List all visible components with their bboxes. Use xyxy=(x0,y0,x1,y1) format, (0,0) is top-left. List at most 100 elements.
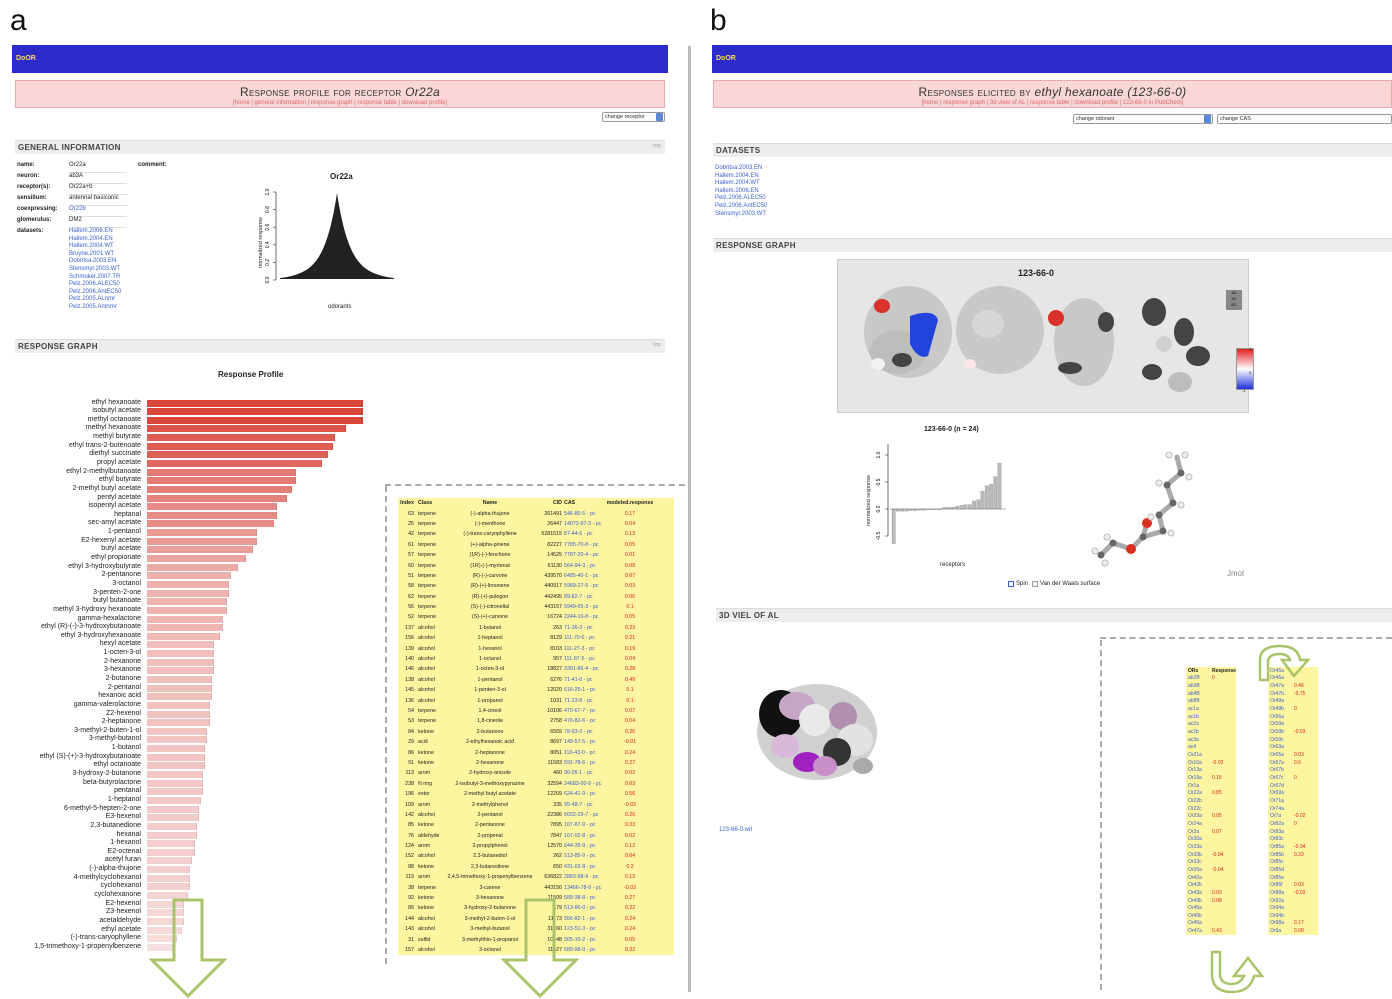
or-link[interactable]: Or42b xyxy=(1186,882,1212,888)
dataset-link[interactable]: Hallem.2006.EN xyxy=(69,228,121,236)
or-link[interactable]: Or42a xyxy=(1186,875,1212,881)
dataset-link[interactable]: Hallem.2004.WT xyxy=(69,243,121,251)
datasets-list[interactable]: Dobritsa.2003.EN Hallem.2004.EN Hallem.200… xyxy=(715,165,767,218)
or-link[interactable]: Or85e xyxy=(1268,875,1294,881)
app-logo[interactable]: DoOR xyxy=(716,55,736,62)
or-link[interactable]: Or47a xyxy=(1268,683,1294,689)
cas-link[interactable]: 7787-20-4 - pc xyxy=(562,552,606,558)
al-3d-view[interactable] xyxy=(745,670,890,790)
dataset-link[interactable]: Pelz.2006.ALEC50 xyxy=(715,195,767,203)
cas-link[interactable]: 111-70-6 - pc xyxy=(562,635,606,641)
or-link[interactable]: Or85d xyxy=(1268,867,1294,873)
or-link[interactable]: Or46a xyxy=(1186,920,1212,926)
cas-link[interactable]: 14073-97-3 - pc xyxy=(562,521,606,527)
or-link[interactable]: Or10a xyxy=(1186,760,1212,766)
or-link[interactable]: ac1b xyxy=(1186,714,1212,720)
or-link[interactable]: ab8B xyxy=(1186,698,1212,704)
dataset-link[interactable]: Pelz.2006.ALEC50 xyxy=(69,281,121,289)
cas-link[interactable]: 89-82-7 - pc xyxy=(562,594,606,600)
change-odorant-select[interactable]: change odorant xyxy=(1073,114,1213,124)
or-link[interactable]: Or94b xyxy=(1268,913,1294,919)
cas-link[interactable]: 110-43-0 - pc xyxy=(562,750,606,756)
cas-link[interactable]: 71-36-3 - pc xyxy=(562,625,606,631)
cas-link[interactable]: 470-67-7 - pc xyxy=(562,708,606,714)
cas-link[interactable]: 24683-00-9 - pc xyxy=(562,781,606,787)
or-link[interactable]: Or59b xyxy=(1268,729,1294,735)
or-link[interactable]: Or59a xyxy=(1268,721,1294,727)
dataset-link[interactable]: Schmuker.2007.TR xyxy=(69,274,121,282)
cas-link[interactable]: 616-25-1 - pc xyxy=(562,687,606,693)
or-link[interactable]: Or43a xyxy=(1186,890,1212,896)
or-link[interactable]: Or23a xyxy=(1186,813,1212,819)
or-link[interactable]: ac2a xyxy=(1186,721,1212,727)
cas-link[interactable]: 5949-05-3 - pc xyxy=(562,604,606,610)
or-link[interactable]: Or82a xyxy=(1268,821,1294,827)
or-link[interactable]: Or98a xyxy=(1268,920,1294,926)
cas-link[interactable]: 3391-86-4 - pc xyxy=(562,666,606,672)
or-link[interactable]: Or71a xyxy=(1268,798,1294,804)
or-link[interactable]: Or22a xyxy=(1186,790,1212,796)
or-link[interactable]: Or7a xyxy=(1268,813,1294,819)
dataset-link[interactable]: Pelz.2006.AntEC50 xyxy=(715,203,767,211)
cas-link[interactable]: 90-05-1 - pc xyxy=(562,770,606,776)
dataset-link[interactable]: Stensmyr.2003.WT xyxy=(715,211,767,219)
cas-link[interactable]: 71-23-8 - pc xyxy=(562,698,606,704)
cas-link[interactable]: 71-41-0 - pc xyxy=(562,677,606,683)
dataset-link[interactable]: Hallem.2004.WT xyxy=(715,180,767,188)
cas-link[interactable]: 107-02-8 - pc xyxy=(562,833,606,839)
or-link[interactable]: Or56a xyxy=(1268,714,1294,720)
or-link[interactable]: Or24a xyxy=(1186,821,1212,827)
or-link[interactable]: Or35a xyxy=(1186,867,1212,873)
dataset-link[interactable]: Hallem.2006.EN xyxy=(715,188,767,196)
cas-link[interactable]: 644-35-9 - pc xyxy=(562,843,606,849)
or-link[interactable]: Or63a xyxy=(1268,744,1294,750)
cas-link[interactable]: 7785-70-8 - pc xyxy=(562,542,606,548)
or-link[interactable]: Or47b xyxy=(1268,691,1294,697)
or-link[interactable]: Or83c xyxy=(1268,836,1294,842)
or-link[interactable]: Or67a xyxy=(1268,760,1294,766)
dataset-link[interactable]: Hallem.2004.EN xyxy=(69,236,121,244)
or-link[interactable]: Or47a xyxy=(1186,928,1212,934)
cas-link[interactable]: 13466-78-9 - pc xyxy=(562,885,606,891)
cas-link[interactable]: 149-57-5 - pc xyxy=(562,739,606,745)
or-link[interactable]: Or49a xyxy=(1268,698,1294,704)
or-link[interactable]: Or43b xyxy=(1186,898,1212,904)
or-link[interactable]: Or9a xyxy=(1268,928,1294,934)
cas-link[interactable]: 78-93-3 - pc xyxy=(562,729,606,735)
or-link[interactable]: ac2b xyxy=(1186,729,1212,735)
or-link[interactable]: ab2B xyxy=(1186,675,1212,681)
or-link[interactable]: Or45b xyxy=(1186,913,1212,919)
cas-link[interactable]: 591-78-6 - pc xyxy=(562,760,606,766)
datasets-list[interactable]: Hallem.2006.EN Hallem.2004.EN Hallem.2004.… xyxy=(69,228,121,312)
cas-link[interactable]: 95-48-7 - pc xyxy=(562,802,606,808)
cas-link[interactable]: 513-85-9 - pc xyxy=(562,853,606,859)
cas-link[interactable]: 111-27-3 - pc xyxy=(562,646,606,652)
cas-link[interactable]: 546-80-5 - pc xyxy=(562,511,606,517)
cas-link[interactable]: 431-03-8 - pc xyxy=(562,864,606,870)
change-receptor-select[interactable]: change receptor xyxy=(602,112,665,122)
or-link[interactable]: Or33b xyxy=(1186,852,1212,858)
or-link[interactable]: Or33c xyxy=(1186,859,1212,865)
dataset-link[interactable]: Bruyne.2001.WT xyxy=(69,251,121,259)
page-nav[interactable]: [home | general information | response g… xyxy=(16,100,664,106)
change-cas-select[interactable]: change CAS xyxy=(1217,114,1392,124)
or-link[interactable]: Or88a xyxy=(1268,890,1294,896)
coexpressing-link[interactable]: Or22b xyxy=(69,206,127,217)
cas-link[interactable]: 470-82-6 - pc xyxy=(562,718,606,724)
or-link[interactable]: Or85a xyxy=(1268,844,1294,850)
cas-link[interactable]: 2883-98-9 - pc xyxy=(562,874,606,880)
or-link[interactable]: Or85c xyxy=(1268,859,1294,865)
dataset-link[interactable]: Stensmyr.2003.WT xyxy=(69,266,121,274)
molecule-viewer[interactable] xyxy=(1085,445,1215,570)
or-link[interactable]: Or59c xyxy=(1268,737,1294,743)
or-link[interactable]: Or49b xyxy=(1268,706,1294,712)
top-link[interactable]: top xyxy=(653,143,661,149)
dataset-link[interactable]: Pelz.2006.AntEC50 xyxy=(69,289,121,297)
cas-link[interactable]: 107-87-9 - pc xyxy=(562,822,606,828)
or-link[interactable]: Or1a xyxy=(1186,783,1212,789)
or-link[interactable]: Or30a xyxy=(1186,836,1212,842)
dataset-link[interactable]: Dobritsa.2003.EN xyxy=(715,165,767,173)
or-link[interactable]: Or21a xyxy=(1186,752,1212,758)
or-link[interactable]: Or85f xyxy=(1268,882,1294,888)
cas-link[interactable]: 564-94-3 - pc xyxy=(562,563,606,569)
